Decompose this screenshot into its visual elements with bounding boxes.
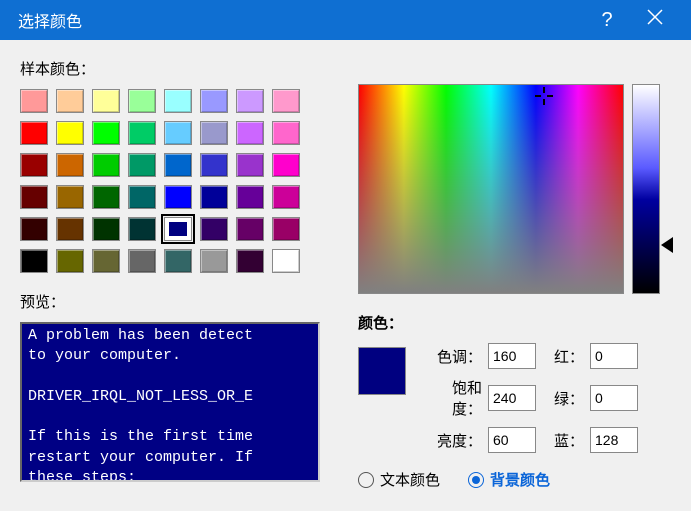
red-input[interactable] [590, 343, 638, 369]
color-swatch[interactable] [128, 153, 156, 177]
color-swatch[interactable] [164, 249, 192, 273]
green-input[interactable] [590, 385, 638, 411]
dialog-content: 样本颜色： 预览： A problem has been detect to y… [0, 40, 691, 511]
color-swatch[interactable] [236, 121, 264, 145]
color-swatch[interactable] [164, 217, 192, 241]
lum-input[interactable] [488, 427, 536, 453]
hue-saturation-field[interactable] [358, 84, 624, 294]
color-swatch[interactable] [128, 121, 156, 145]
color-swatch[interactable] [200, 153, 228, 177]
color-swatch[interactable] [128, 249, 156, 273]
current-color-swatch [358, 347, 406, 395]
color-section: 颜色： 色调： 红： 饱和度： 绿： 亮度： 蓝： [358, 312, 671, 490]
window-title: 选择颜色 [18, 8, 583, 32]
radio-bg-label: 背景颜色 [490, 469, 550, 490]
color-swatch[interactable] [20, 249, 48, 273]
blue-input[interactable] [590, 427, 638, 453]
color-swatch[interactable] [272, 249, 300, 273]
color-swatch[interactable] [56, 217, 84, 241]
color-swatch[interactable] [20, 89, 48, 113]
lum-label: 亮度： [426, 430, 482, 451]
swatch-row [20, 89, 330, 113]
color-swatch[interactable] [236, 217, 264, 241]
target-radio-group: 文本颜色 背景颜色 [358, 469, 671, 490]
color-swatch[interactable] [272, 121, 300, 145]
color-swatch[interactable] [272, 153, 300, 177]
close-icon[interactable] [631, 8, 679, 32]
color-swatch[interactable] [272, 185, 300, 209]
swatch-row [20, 121, 330, 145]
swatch-grid [20, 89, 330, 273]
picker-row [358, 84, 671, 294]
radio-dot-icon [468, 472, 484, 488]
color-swatch[interactable] [272, 217, 300, 241]
color-swatch[interactable] [236, 185, 264, 209]
color-swatch[interactable] [200, 89, 228, 113]
sat-label: 饱和度： [426, 377, 482, 419]
color-swatch[interactable] [92, 185, 120, 209]
color-swatch[interactable] [200, 185, 228, 209]
radio-text-label: 文本颜色 [380, 469, 440, 490]
color-swatch[interactable] [128, 217, 156, 241]
color-swatch[interactable] [56, 185, 84, 209]
swatch-row [20, 185, 330, 209]
color-swatch[interactable] [56, 89, 84, 113]
color-swatch[interactable] [92, 249, 120, 273]
preview-label: 预览： [20, 291, 330, 312]
color-dialog: 选择颜色 ? 样本颜色： 预览： A problem has been dete… [0, 0, 691, 511]
swatch-row [20, 249, 330, 273]
radio-text-color[interactable]: 文本颜色 [358, 469, 440, 490]
color-swatch[interactable] [56, 153, 84, 177]
right-column: 颜色： 色调： 红： 饱和度： 绿： 亮度： 蓝： [358, 58, 671, 511]
left-column: 样本颜色： 预览： A problem has been detect to y… [20, 58, 330, 511]
titlebar: 选择颜色 ? [0, 0, 691, 40]
value-grid: 色调： 红： 饱和度： 绿： 亮度： 蓝： [426, 343, 671, 453]
sat-input[interactable] [488, 385, 536, 411]
radio-dot-icon [358, 472, 374, 488]
color-swatch[interactable] [128, 185, 156, 209]
red-label: 红： [544, 346, 584, 367]
swatch-row [20, 217, 330, 241]
color-swatch[interactable] [236, 89, 264, 113]
color-swatch[interactable] [20, 185, 48, 209]
color-swatch[interactable] [56, 121, 84, 145]
color-swatch[interactable] [92, 121, 120, 145]
help-icon[interactable]: ? [583, 9, 631, 32]
preview-box: A problem has been detect to your comput… [20, 322, 320, 482]
color-swatch[interactable] [20, 153, 48, 177]
color-swatch[interactable] [92, 217, 120, 241]
color-swatch[interactable] [200, 121, 228, 145]
luminance-bar[interactable] [632, 84, 660, 294]
color-swatch[interactable] [236, 249, 264, 273]
color-swatch[interactable] [164, 185, 192, 209]
hue-label: 色调： [426, 346, 482, 367]
color-swatch[interactable] [92, 153, 120, 177]
color-swatch[interactable] [236, 153, 264, 177]
blue-label: 蓝： [544, 430, 584, 451]
color-swatch[interactable] [272, 89, 300, 113]
luminance-pointer[interactable] [661, 237, 673, 253]
color-swatch[interactable] [164, 121, 192, 145]
color-swatch[interactable] [92, 89, 120, 113]
color-swatch[interactable] [20, 121, 48, 145]
color-swatch[interactable] [200, 249, 228, 273]
hue-input[interactable] [488, 343, 536, 369]
swatches-label: 样本颜色： [20, 58, 330, 79]
color-label: 颜色： [358, 312, 671, 333]
color-swatch[interactable] [56, 249, 84, 273]
color-row: 色调： 红： 饱和度： 绿： 亮度： 蓝： [358, 343, 671, 453]
color-swatch[interactable] [20, 217, 48, 241]
radio-background-color[interactable]: 背景颜色 [468, 469, 550, 490]
color-swatch[interactable] [200, 217, 228, 241]
green-label: 绿： [544, 388, 584, 409]
color-swatch[interactable] [164, 153, 192, 177]
swatch-row [20, 153, 330, 177]
color-swatch[interactable] [164, 89, 192, 113]
color-swatch[interactable] [128, 89, 156, 113]
sv-crosshair [537, 89, 551, 103]
